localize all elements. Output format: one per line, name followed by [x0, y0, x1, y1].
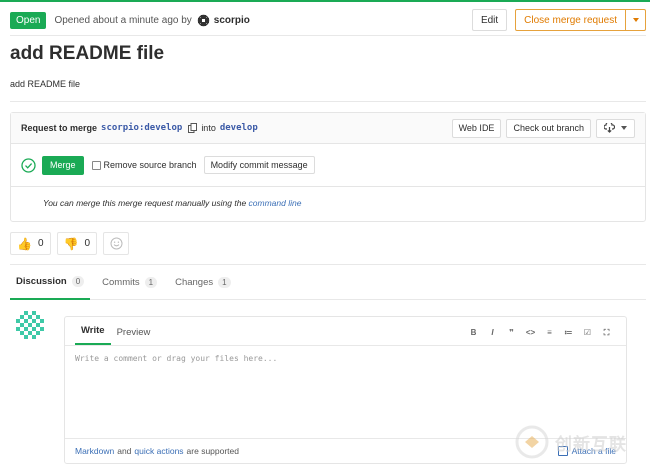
- watermark: 创新互联: [515, 424, 645, 460]
- mr-description: add README file: [10, 79, 81, 89]
- merge-widget: Request to merge scorpio:develop into de…: [10, 112, 646, 222]
- tab-label: Commits: [102, 277, 140, 288]
- page-title: add README file: [10, 43, 165, 64]
- success-check-icon: [21, 157, 36, 173]
- remove-source-branch-checkbox[interactable]: [91, 160, 101, 170]
- divider: [10, 35, 646, 36]
- header-actions: Edit Close merge request: [471, 9, 646, 31]
- thumbs-down-icon: 👎: [63, 236, 79, 251]
- tab-count: 1: [218, 277, 231, 288]
- award-emoji-bar: 👍 0 👎 0: [10, 232, 130, 255]
- and-text: and: [117, 446, 132, 456]
- italic-icon[interactable]: I: [483, 328, 502, 338]
- user-avatar[interactable]: [15, 310, 45, 340]
- thumbs-down-count: 0: [84, 238, 91, 249]
- checkout-branch-button[interactable]: Check out branch: [506, 118, 591, 138]
- mr-tabs: Discussion 0 Commits 1 Changes 1: [10, 264, 646, 300]
- manual-merge-note: You can merge this merge request manuall…: [11, 187, 645, 208]
- divider: [10, 101, 646, 102]
- quick-actions-link[interactable]: quick actions: [134, 446, 183, 456]
- status-badge: Open: [10, 11, 47, 29]
- tab-commits[interactable]: Commits 1: [96, 265, 163, 300]
- merge-widget-header: Request to merge scorpio:develop into de…: [11, 113, 645, 144]
- bullet-list-icon[interactable]: ≡: [540, 328, 559, 338]
- add-reaction-button[interactable]: [103, 232, 130, 255]
- chevron-down-icon: [621, 126, 627, 130]
- into-text: into: [201, 123, 216, 133]
- fullscreen-icon[interactable]: ⛶: [597, 328, 616, 338]
- numbered-list-icon[interactable]: ≔: [559, 328, 578, 338]
- copy-icon[interactable]: [188, 123, 198, 133]
- author-link[interactable]: scorpio: [214, 15, 250, 26]
- bold-icon[interactable]: B: [464, 328, 483, 338]
- quote-icon[interactable]: ❞: [502, 328, 521, 338]
- watermark-logo-icon: [515, 425, 549, 459]
- web-ide-button[interactable]: Web IDE: [451, 118, 502, 138]
- thumbs-up-icon: 👍: [17, 236, 32, 251]
- mr-header: Open Opened about a minute ago by scorpi…: [10, 9, 646, 31]
- mr-meta: Opened about a minute ago by scorpio: [54, 13, 250, 27]
- source-branch[interactable]: scorpio:develop: [101, 123, 182, 133]
- remove-source-branch-label[interactable]: Remove source branch: [104, 160, 197, 170]
- edit-button[interactable]: Edit: [471, 9, 508, 31]
- markdown-link[interactable]: Markdown: [75, 446, 114, 456]
- widget-actions: Web IDE Check out branch: [451, 118, 635, 138]
- modify-commit-message-button[interactable]: Modify commit message: [203, 156, 315, 174]
- download-dropdown-button[interactable]: [596, 118, 635, 138]
- task-list-icon[interactable]: ☑: [578, 328, 597, 338]
- target-branch[interactable]: develop: [220, 123, 258, 133]
- download-icon: [604, 123, 615, 133]
- close-split-button: Close merge request: [515, 9, 646, 31]
- close-merge-request-button[interactable]: Close merge request: [515, 9, 626, 31]
- tab-preview[interactable]: Preview: [111, 327, 157, 345]
- tab-changes[interactable]: Changes 1: [169, 265, 236, 300]
- top-accent-line: [0, 0, 650, 2]
- supported-text: are supported: [186, 446, 239, 456]
- merge-button[interactable]: Merge: [42, 155, 84, 175]
- tab-count: 1: [144, 277, 158, 288]
- watermark-text: 创新互联: [555, 434, 627, 454]
- thumbs-up-count: 0: [37, 238, 44, 249]
- tab-label: Discussion: [16, 276, 67, 287]
- chevron-down-icon: [632, 18, 639, 22]
- manual-merge-text: You can merge this merge request manuall…: [43, 198, 247, 208]
- markdown-toolbar: B I ❞ <> ≡ ≔ ☑ ⛶: [464, 328, 616, 338]
- close-dropdown-toggle[interactable]: [626, 9, 646, 31]
- thumbs-down-award[interactable]: 👎 0: [56, 232, 98, 255]
- tab-label: Changes: [175, 277, 214, 288]
- editor-header: Write Preview B I ❞ <> ≡ ≔ ☑ ⛶: [65, 317, 626, 346]
- tab-discussion[interactable]: Discussion 0: [10, 265, 91, 300]
- author-avatar-icon[interactable]: [196, 13, 210, 27]
- request-prefix: Request to merge: [21, 123, 98, 133]
- tab-write[interactable]: Write: [75, 325, 111, 345]
- smiley-icon: [110, 237, 123, 250]
- command-line-link[interactable]: command line: [249, 198, 302, 208]
- code-icon[interactable]: <>: [521, 328, 540, 338]
- opened-text: Opened about a minute ago by: [54, 14, 192, 26]
- tab-count: 0: [71, 276, 85, 287]
- merge-actions-row: Merge Remove source branch Modify commit…: [11, 144, 645, 187]
- thumbs-up-award[interactable]: 👍 0: [10, 232, 51, 255]
